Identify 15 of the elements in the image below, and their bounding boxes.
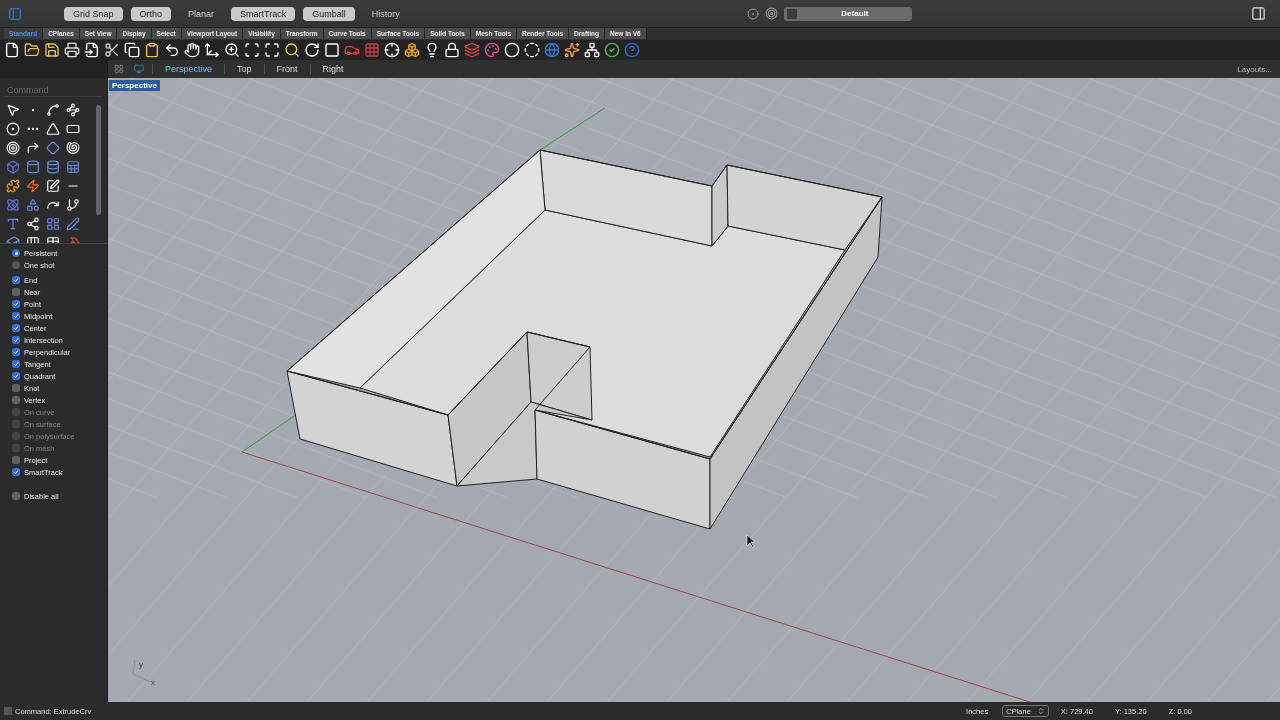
viewport-tab[interactable]: Top [224, 64, 264, 74]
toggle-button[interactable]: History [362, 6, 409, 21]
toggle-button[interactable]: Planar [179, 6, 224, 21]
viewport-tab[interactable]: Front [263, 64, 310, 74]
toggle-button[interactable]: Ortho [130, 6, 172, 21]
viewport-title: Perspective [109, 80, 160, 91]
toggle-button[interactable]: Gumball [303, 6, 355, 21]
layer-dropdown[interactable]: Default [784, 6, 913, 21]
viewport-tab[interactable]: Perspective [152, 64, 225, 74]
layouts-link[interactable]: Layouts... [1237, 64, 1272, 74]
gizmo-label: x [151, 678, 155, 687]
gizmo-label: y [139, 660, 143, 669]
toggle-button[interactable]: SmartTrack [231, 6, 296, 21]
toggle-button[interactable]: Grid Snap [64, 6, 123, 21]
viewport-tab[interactable]: Right [309, 64, 356, 74]
